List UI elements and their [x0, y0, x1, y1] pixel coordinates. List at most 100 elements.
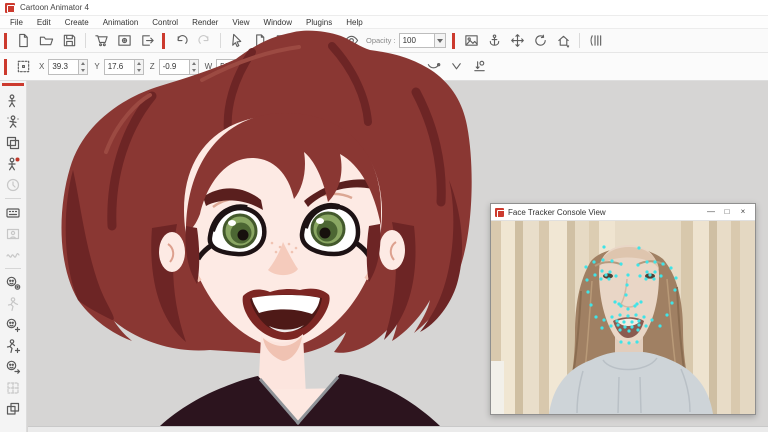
- field-label: W: [205, 62, 213, 71]
- animation-template-icon[interactable]: [2, 112, 24, 131]
- tool-sidebar: [0, 81, 27, 432]
- face-tracker-title: Face Tracker Console View: [508, 208, 703, 217]
- opacity-label: Opacity :: [366, 36, 396, 45]
- face-puppet-icon[interactable]: [2, 154, 24, 173]
- render-style-icon[interactable]: [272, 31, 293, 51]
- menu-item-edit[interactable]: Edit: [30, 16, 58, 29]
- image-clip-icon[interactable]: [461, 31, 482, 51]
- opacity-control: Opacity :: [366, 33, 446, 48]
- body-mocap-icon[interactable]: [2, 336, 24, 355]
- z-input[interactable]: [159, 59, 189, 75]
- separator: [5, 198, 21, 199]
- menu-item-animation[interactable]: Animation: [96, 16, 146, 29]
- cartoon-animator-app: Cartoon Animator 4 FileEditCreateAnimati…: [0, 0, 768, 432]
- pencil-edit-icon[interactable]: [318, 31, 339, 51]
- content-store-icon[interactable]: [91, 31, 112, 51]
- menu-item-view[interactable]: View: [225, 16, 256, 29]
- transform-tail-group: [422, 57, 491, 77]
- spinner-up[interactable]: [79, 60, 87, 67]
- marquee-select-icon[interactable]: [13, 57, 34, 77]
- spring-cloth-icon[interactable]: [585, 31, 606, 51]
- spinner-up[interactable]: [135, 60, 143, 67]
- menu-item-plugins[interactable]: Plugins: [299, 16, 339, 29]
- face-tracker-icon[interactable]: [2, 273, 24, 292]
- transform-field-w: W: [205, 59, 257, 75]
- spinner[interactable]: [134, 59, 144, 75]
- motion-live-icon: [2, 294, 24, 313]
- menu-item-file[interactable]: File: [3, 16, 30, 29]
- flip-icon[interactable]: [295, 31, 316, 51]
- spinner-down[interactable]: [190, 67, 198, 74]
- layer-edit-icon[interactable]: [249, 31, 270, 51]
- rotate-tool-icon[interactable]: [530, 31, 551, 51]
- redo-icon: [194, 31, 215, 51]
- maximize-button[interactable]: □: [719, 204, 735, 220]
- spinner-up[interactable]: [190, 60, 198, 67]
- separator: [162, 33, 165, 49]
- sidebar-items: [2, 90, 24, 419]
- menu-item-render[interactable]: Render: [185, 16, 225, 29]
- menu-bar: FileEditCreateAnimationControlRenderView…: [0, 16, 768, 29]
- minimize-button[interactable]: —: [703, 204, 719, 220]
- transform-toolbar: XY Z W: [0, 53, 768, 81]
- face-offset-icon[interactable]: [2, 357, 24, 376]
- separator: [4, 33, 7, 49]
- export-icon[interactable]: [137, 31, 158, 51]
- preview-camera-icon: [2, 224, 24, 243]
- separator: [220, 33, 221, 48]
- spinner-up[interactable]: [247, 60, 255, 67]
- opacity-dropdown-arrow[interactable]: [435, 33, 446, 48]
- face-key-icon[interactable]: [2, 315, 24, 334]
- y-input[interactable]: [104, 59, 134, 75]
- transform-lead-group: [1, 57, 35, 77]
- open-project-icon[interactable]: [36, 31, 57, 51]
- spinner[interactable]: [78, 59, 88, 75]
- separator: [579, 33, 580, 48]
- reset-transform-icon[interactable]: [469, 57, 490, 77]
- spinner[interactable]: [246, 59, 256, 75]
- w-input[interactable]: [216, 59, 246, 75]
- anchor-icon[interactable]: [484, 31, 505, 51]
- visibility-icon[interactable]: [341, 31, 362, 51]
- close-button[interactable]: ×: [735, 204, 751, 220]
- face-tracker-window: Face Tracker Console View — □ ×: [490, 203, 756, 415]
- spinner-down[interactable]: [247, 67, 255, 74]
- transform-field-x: X: [39, 59, 88, 75]
- field-label: Z: [150, 62, 155, 71]
- spinner[interactable]: [189, 59, 199, 75]
- select-tool-icon[interactable]: [226, 31, 247, 51]
- menu-item-create[interactable]: Create: [58, 16, 96, 29]
- menu-item-control[interactable]: Control: [145, 16, 185, 29]
- collect-clip-icon[interactable]: [2, 399, 24, 418]
- scene-manager-icon[interactable]: [2, 133, 24, 152]
- timeline-icon: [2, 175, 24, 194]
- move-tool-icon[interactable]: [507, 31, 528, 51]
- actor-composer-icon[interactable]: [2, 91, 24, 110]
- spinner-down[interactable]: [135, 67, 143, 74]
- curve-smile-icon[interactable]: [423, 57, 444, 77]
- face-tracker-titlebar[interactable]: Face Tracker Console View — □ ×: [491, 204, 755, 221]
- separator: [4, 59, 7, 75]
- control-panel-icon[interactable]: [2, 203, 24, 222]
- opacity-input[interactable]: [399, 33, 435, 48]
- toolbar-left-group: [1, 31, 363, 51]
- app-logo-icon: [5, 3, 15, 13]
- undo-icon[interactable]: [171, 31, 192, 51]
- menu-item-window[interactable]: Window: [257, 16, 299, 29]
- face-tracker-app-icon: [495, 208, 504, 217]
- menu-item-help[interactable]: Help: [339, 16, 369, 29]
- curve-red-icon[interactable]: [446, 57, 467, 77]
- sidebar-accent-bar: [2, 83, 24, 86]
- new-project-icon[interactable]: [13, 31, 34, 51]
- save-project-icon[interactable]: [59, 31, 80, 51]
- prop-grid-icon: [2, 378, 24, 397]
- app-titlebar: Cartoon Animator 4: [0, 0, 768, 16]
- x-input[interactable]: [48, 59, 78, 75]
- camera-home-icon[interactable]: [553, 31, 574, 51]
- transform-field-y: Y: [94, 59, 143, 75]
- app-title: Cartoon Animator 4: [20, 3, 89, 12]
- spinner-down[interactable]: [79, 67, 87, 74]
- webcam-feed: [491, 221, 755, 414]
- field-label: Y: [94, 62, 99, 71]
- stage-preview-icon[interactable]: [114, 31, 135, 51]
